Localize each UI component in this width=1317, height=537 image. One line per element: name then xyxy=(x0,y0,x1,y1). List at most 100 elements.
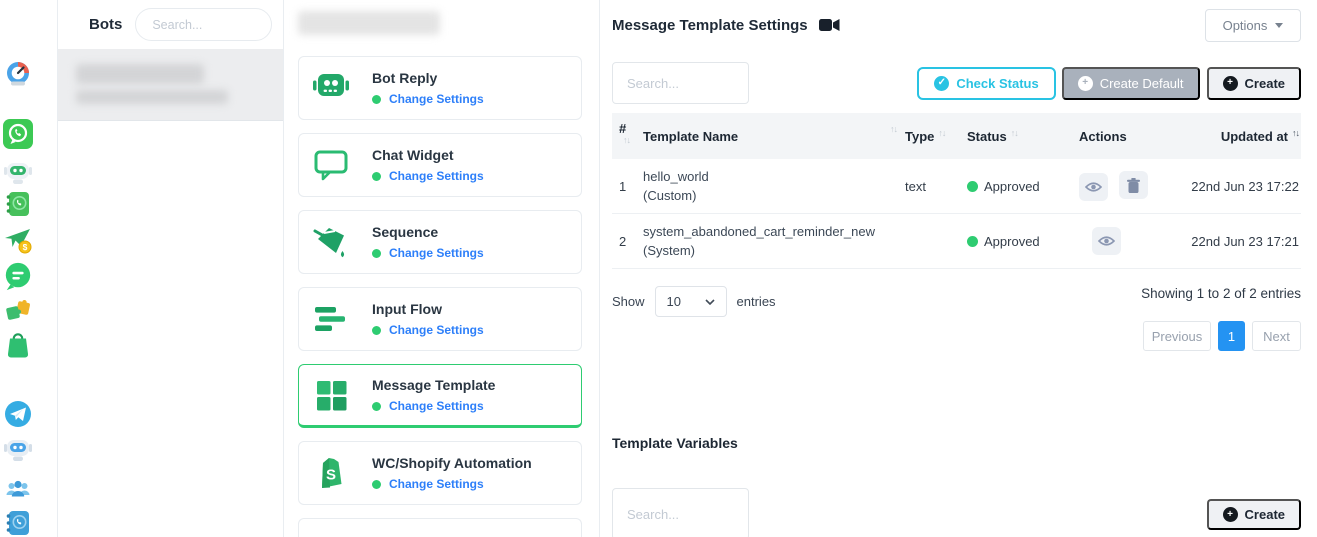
entries-label: entries xyxy=(737,294,776,309)
bot-green-icon[interactable] xyxy=(3,156,33,186)
shopify-icon: S xyxy=(311,453,351,493)
templates-table: # Template Name Type Status Actions Upda… xyxy=(612,113,1301,269)
template-name: hello_world xyxy=(643,167,897,187)
settings-card-wc-shopify[interactable]: S WC/Shopify Automation Change Settings xyxy=(298,441,582,505)
template-name-cell: hello_world (Custom) xyxy=(639,167,901,205)
create-button[interactable]: Create xyxy=(1207,67,1301,100)
template-variables-toolbar: Create xyxy=(612,488,1301,537)
settings-card-partial[interactable] xyxy=(298,518,582,537)
page-size-group: Show 10 entries xyxy=(612,286,776,317)
sort-icon[interactable] xyxy=(938,128,945,138)
page-size-value: 10 xyxy=(667,294,681,309)
plus-circle-icon xyxy=(1078,76,1093,91)
check-circle-icon xyxy=(934,76,949,91)
eye-icon xyxy=(1098,235,1115,247)
column-header-status[interactable]: Status xyxy=(963,129,1075,144)
actions-cell xyxy=(1075,171,1183,201)
change-settings-link[interactable]: Change Settings xyxy=(389,169,484,183)
svg-text:$: $ xyxy=(23,242,28,252)
template-name: system_abandoned_cart_reminder_new xyxy=(643,222,897,242)
contact-book-blue-icon[interactable] xyxy=(3,509,33,537)
template-search-input[interactable] xyxy=(612,62,749,104)
settings-card-message-template[interactable]: Message Template Change Settings xyxy=(298,364,582,428)
settings-card-chat-widget[interactable]: Chat Widget Change Settings xyxy=(298,133,582,197)
users-group-blue-icon[interactable] xyxy=(3,474,33,502)
column-header-template-name[interactable]: Template Name xyxy=(639,129,901,144)
eye-icon xyxy=(1085,181,1102,193)
plus-circle-icon xyxy=(1223,76,1238,91)
card-title: Message Template xyxy=(372,377,495,393)
bot-blue-icon[interactable] xyxy=(3,433,33,463)
column-header-actions: Actions xyxy=(1075,129,1183,144)
card-title: Input Flow xyxy=(372,301,484,317)
page-1-button[interactable]: 1 xyxy=(1218,321,1245,351)
page-size-select[interactable]: 10 xyxy=(655,286,727,317)
plus-circle-icon xyxy=(1223,507,1238,522)
table-row: 1 hello_world (Custom) text Approved xyxy=(612,159,1301,214)
delete-button[interactable] xyxy=(1119,171,1148,199)
bot-list-item-selected[interactable] xyxy=(58,49,283,121)
settings-card-bot-reply[interactable]: Bot Reply Change Settings xyxy=(298,56,582,120)
puzzle-icon[interactable] xyxy=(3,297,33,325)
card-title: WC/Shopify Automation xyxy=(372,455,532,471)
create-default-button[interactable]: Create Default xyxy=(1062,67,1200,100)
settings-card-sequence[interactable]: Sequence Change Settings xyxy=(298,210,582,274)
video-camera-icon[interactable] xyxy=(819,18,840,32)
table-row: 2 system_abandoned_cart_reminder_new (Sy… xyxy=(612,214,1301,269)
create-default-label: Create Default xyxy=(1100,76,1184,91)
change-settings-link[interactable]: Change Settings xyxy=(389,477,484,491)
template-variables-search-input[interactable] xyxy=(612,488,749,537)
contact-book-green-icon[interactable] xyxy=(3,190,33,218)
view-button[interactable] xyxy=(1092,227,1121,255)
previous-page-button[interactable]: Previous xyxy=(1143,321,1211,351)
card-title: Chat Widget xyxy=(372,147,484,163)
status-badge: Approved xyxy=(984,179,1040,194)
next-page-button[interactable]: Next xyxy=(1252,321,1301,351)
change-settings-link[interactable]: Change Settings xyxy=(389,92,484,106)
whatsapp-icon[interactable] xyxy=(3,119,33,149)
view-button[interactable] xyxy=(1079,173,1108,201)
change-settings-link[interactable]: Change Settings xyxy=(389,323,484,337)
status-dot xyxy=(967,181,978,192)
updated-at-cell: 22nd Jun 23 17:21 xyxy=(1183,234,1301,249)
chat-widget-icon xyxy=(311,145,351,185)
status-dot xyxy=(372,480,381,489)
card-title: Sequence xyxy=(372,224,484,240)
speedometer-icon[interactable] xyxy=(3,60,33,88)
actions-cell xyxy=(1075,227,1183,255)
type-cell: text xyxy=(901,179,963,194)
table-toolbar: Check Status Create Default Create xyxy=(612,62,1301,104)
bots-panel: Bots xyxy=(58,0,284,537)
column-header-num[interactable]: # xyxy=(612,121,639,151)
change-settings-link[interactable]: Change Settings xyxy=(389,399,484,413)
column-header-updated-at[interactable]: Updated at xyxy=(1183,129,1301,144)
telegram-icon[interactable] xyxy=(3,399,33,429)
bots-search-input[interactable] xyxy=(135,8,272,41)
chevron-down-icon xyxy=(705,299,715,305)
sort-icon[interactable] xyxy=(623,135,630,145)
sort-icon[interactable] xyxy=(1011,128,1018,138)
redacted-bot-name xyxy=(76,64,204,84)
status-dot xyxy=(372,402,381,411)
sort-icon[interactable] xyxy=(890,124,897,134)
message-template-icon xyxy=(311,375,351,415)
create-label: Create xyxy=(1245,76,1285,91)
shopping-bag-green-icon[interactable] xyxy=(3,329,33,359)
column-header-type[interactable]: Type xyxy=(901,129,963,144)
app-icon-rail: $ xyxy=(0,0,58,537)
main-content: Message Template Settings Options Check … xyxy=(600,0,1317,537)
options-button[interactable]: Options xyxy=(1205,9,1301,42)
check-status-button[interactable]: Check Status xyxy=(917,67,1055,100)
chat-bubble-green-icon[interactable] xyxy=(3,260,33,292)
status-cell: Approved xyxy=(963,234,1075,249)
redacted-bot-subtitle xyxy=(76,90,228,104)
row-number: 2 xyxy=(612,234,639,249)
bots-panel-header: Bots xyxy=(58,0,283,49)
table-footer: Show 10 entries Showing 1 to 2 of 2 entr… xyxy=(612,286,1301,351)
chevron-down-icon xyxy=(1275,23,1283,28)
template-variables-create-button[interactable]: Create xyxy=(1207,499,1301,530)
change-settings-link[interactable]: Change Settings xyxy=(389,246,484,260)
settings-card-input-flow[interactable]: Input Flow Change Settings xyxy=(298,287,582,351)
paper-plane-coin-icon[interactable]: $ xyxy=(3,226,33,254)
sort-icon-active[interactable] xyxy=(1292,128,1299,138)
